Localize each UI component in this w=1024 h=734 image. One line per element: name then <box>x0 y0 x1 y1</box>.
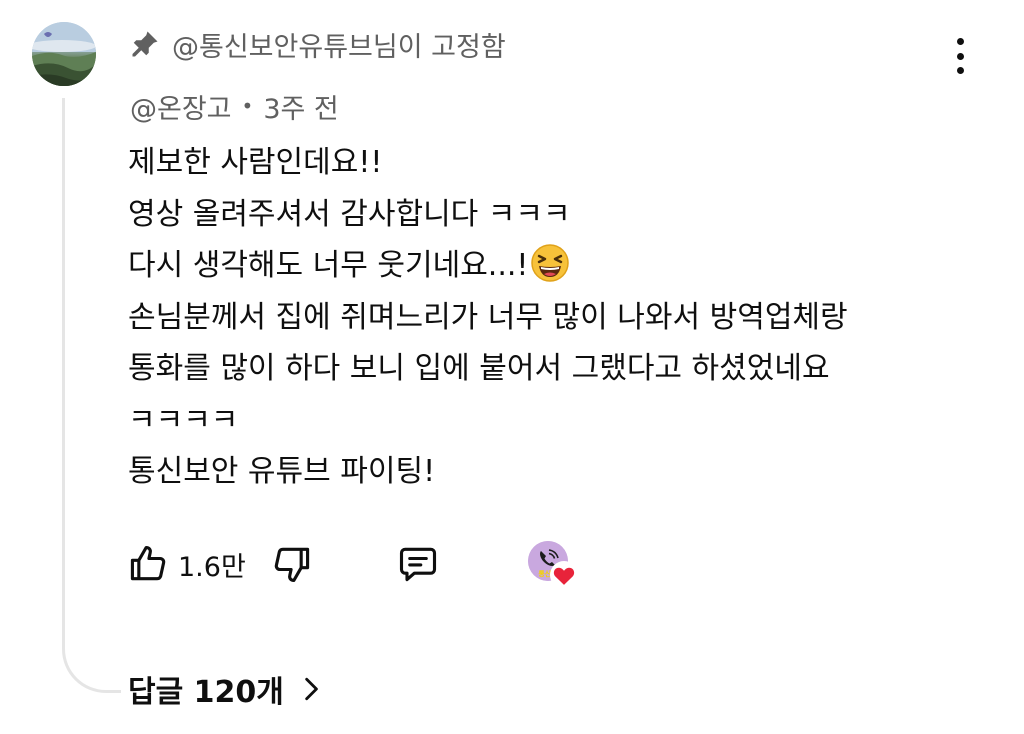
landscape-image <box>32 22 96 86</box>
comment-body: 제보한 사람인데요!! 영상 올려주셔서 감사합니다 ㅋㅋㅋ 다시 생각해도 너… <box>128 137 988 498</box>
comment-line: 손님분께서 집에 쥐며느리가 너무 많이 나와서 방역업체랑 <box>128 299 848 335</box>
reply-button[interactable] <box>396 542 440 586</box>
replies-label: 답글 120개 <box>128 675 284 710</box>
like-button[interactable]: 1.6만 <box>126 542 246 586</box>
comment-meta: @온장고 • 3주 전 <box>130 86 339 126</box>
meta-separator: • <box>241 94 254 118</box>
grinning-squinting-face-emoji <box>531 244 570 282</box>
comment-line: 제보한 사람인데요!! <box>128 145 383 180</box>
thread-connector-line <box>62 98 121 693</box>
comment-time: 3주 전 <box>263 93 339 125</box>
dislike-button[interactable] <box>270 542 314 586</box>
menu-dot-icon <box>956 52 964 60</box>
comment-page: @통신보안유튜브님이 고정함 @온장고 • 3주 전 제보한 사람인데요!! 영… <box>0 0 1024 734</box>
comment-line: ㅋㅋㅋㅋ <box>128 402 239 438</box>
comment-line: 다시 생각해도 너무 웃기네요...! <box>128 240 988 292</box>
pin-icon <box>132 31 158 57</box>
creator-heart-badge: 통신보 <box>524 539 580 589</box>
author-handle[interactable]: @온장고 <box>130 87 232 126</box>
heart-icon <box>549 561 578 589</box>
comment-line: 영상 올려주셔서 감사합니다 ㅋㅋㅋ <box>128 196 571 232</box>
comment-line-text: 다시 생각해도 너무 웃기네요...! <box>128 248 529 283</box>
comment-line: 통신보안 유튜브 파이팅! <box>128 454 436 489</box>
thumbs-down-icon <box>274 547 309 583</box>
menu-dot-icon <box>956 38 964 45</box>
pinned-text: @통신보안유튜브님이 고정함 <box>172 31 506 63</box>
commenter-avatar[interactable] <box>32 22 96 86</box>
menu-dot-icon <box>956 67 964 74</box>
thumbs-up-icon <box>130 545 166 581</box>
like-count: 1.6만 <box>178 551 246 583</box>
more-options-button[interactable] <box>940 34 980 78</box>
view-replies-button[interactable]: 답글 120개 <box>128 666 324 712</box>
chevron-right-icon <box>305 677 318 701</box>
pinned-label: @통신보안유튜브님이 고정함 <box>130 24 506 64</box>
comment-icon <box>399 547 436 582</box>
comment-actions: 1.6만 통신보 <box>126 538 580 590</box>
comment-line: 통화를 많이 하다 보니 입에 붙어서 그랬다고 하셨었네요 <box>128 351 830 386</box>
